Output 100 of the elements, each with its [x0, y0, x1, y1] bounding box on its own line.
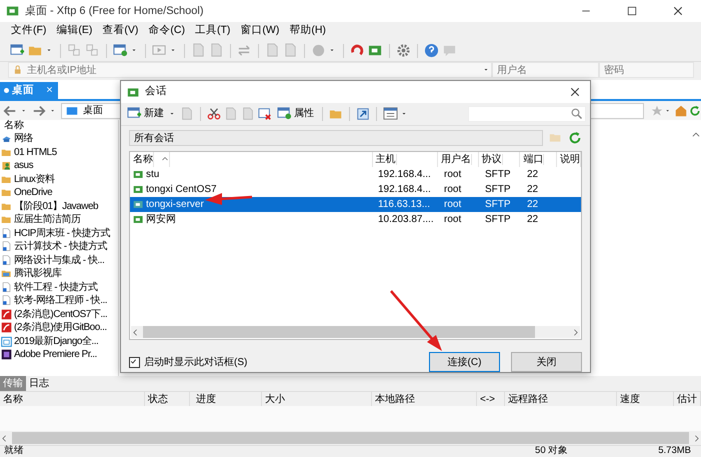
menu-item[interactable]: 命令(C) — [143, 23, 190, 39]
file-item[interactable]: 应届生简洁简历 — [0, 213, 118, 226]
file-item[interactable]: 云计算技术 - 快捷方式 — [0, 240, 118, 254]
cut-icon[interactable] — [207, 106, 221, 121]
file-item[interactable]: 2019最新Django全... — [0, 334, 118, 348]
checkbox[interactable] — [129, 356, 140, 368]
copy-icon[interactable] — [283, 43, 298, 58]
close-button[interactable]: 关闭 — [511, 352, 582, 372]
new-button[interactable]: 新建 — [125, 104, 166, 123]
file-item[interactable]: HCIP周末班 - 快捷方式 — [0, 226, 118, 240]
session-row[interactable]: 网安网 10.203.87.... root SFTP 22 — [130, 212, 581, 227]
column-header[interactable]: 名称 — [0, 120, 118, 132]
session-row[interactable]: tongxi CentOS7 192.168.4... root SFTP 22 — [130, 182, 581, 197]
shortcut-icon — [1, 282, 12, 293]
file-item[interactable]: Adobe Premiere Pr... — [0, 348, 118, 362]
shortcut-icon — [1, 295, 12, 306]
password-field[interactable]: 密码 — [599, 62, 694, 78]
file-item[interactable]: asus — [0, 159, 118, 172]
total-size: 5.73MB — [658, 444, 691, 457]
user-folder-icon — [1, 160, 12, 172]
menu-item[interactable]: 查看(V) — [97, 23, 144, 39]
tab[interactable]: 传输 — [0, 376, 26, 391]
settings-icon[interactable] — [396, 43, 411, 58]
document-icon[interactable] — [191, 43, 206, 58]
connect-button[interactable]: 连接(C) — [429, 352, 500, 372]
desktop-icon — [65, 104, 79, 116]
column-header[interactable]: 名称 — [130, 152, 373, 167]
window-gear-icon[interactable] — [113, 43, 128, 58]
column-header[interactable]: 端口 — [520, 152, 557, 167]
properties-button[interactable]: 属性 — [275, 104, 316, 123]
circle-icon[interactable] — [311, 43, 326, 58]
swirl-icon[interactable] — [350, 43, 365, 58]
file-item[interactable]: OneDrive — [0, 186, 118, 200]
home-folder-icon[interactable] — [674, 104, 686, 116]
file-item[interactable]: 腾讯影视库 — [0, 267, 118, 280]
column-header[interactable]: 用户名 — [438, 152, 479, 167]
app-icon — [1, 349, 12, 360]
file-item[interactable]: (2条消息)CentOS7下... — [0, 308, 118, 321]
session-icon[interactable] — [368, 43, 383, 58]
back-icon[interactable] — [3, 104, 17, 118]
shortcut-icon — [1, 254, 12, 266]
session-icon — [133, 184, 144, 195]
media-folder-icon — [1, 268, 12, 280]
dot-icon — [4, 88, 9, 93]
menu-item[interactable]: 工具(T) — [190, 23, 236, 39]
view-icon[interactable] — [383, 106, 398, 122]
delete-icon[interactable] — [258, 106, 272, 121]
checkbox-label[interactable]: 启动时显示此对话框(S) — [144, 354, 248, 370]
scrollbar-thumb[interactable] — [12, 432, 689, 444]
folder-icon — [1, 214, 12, 226]
refresh-icon[interactable] — [689, 104, 701, 116]
breadcrumb-field[interactable]: 所有会话 — [129, 130, 543, 146]
link-icon[interactable] — [85, 43, 100, 58]
column-header[interactable]: 协议 — [478, 152, 520, 167]
file-item[interactable]: 软件工程 - 快捷方式 — [0, 280, 118, 294]
search-icon[interactable] — [571, 108, 583, 120]
search-field[interactable] — [468, 106, 586, 122]
dialog-title: 会话 — [145, 84, 167, 100]
file-item[interactable]: 软考-网络工程师 - 快... — [0, 294, 118, 308]
column-header[interactable]: 主机 — [372, 152, 438, 167]
column-header[interactable]: 说明 — [556, 152, 581, 167]
window-title: 桌面 - Xftp 6 (Free for Home/School) — [25, 4, 204, 19]
swap-arrows-icon[interactable] — [237, 43, 252, 58]
session-icon — [133, 214, 144, 225]
tab[interactable]: 桌面 — [0, 82, 58, 99]
window-gear-icon — [277, 106, 292, 122]
annotation-arrow — [390, 290, 442, 351]
document-icon[interactable] — [209, 43, 224, 58]
tab[interactable]: 日志 — [26, 376, 52, 391]
shortcut-icon — [1, 241, 12, 252]
scrollbar-thumb[interactable] — [143, 326, 535, 338]
refresh-icon[interactable] — [568, 130, 582, 145]
file-item[interactable]: 网络设计与集成 - 快... — [0, 254, 118, 267]
close-icon — [672, 5, 684, 17]
host-field-frame[interactable]: 主机名或IP地址 — [8, 62, 492, 78]
link-icon[interactable] — [67, 43, 82, 58]
calendar-icon — [1, 336, 12, 347]
web-page-icon — [1, 322, 12, 334]
session-row[interactable]: tongxi-server 116.63.13... root SFTP 22 — [130, 196, 581, 212]
file-item[interactable]: 01 HTML5 — [0, 146, 118, 159]
tab-close-icon[interactable] — [45, 85, 54, 94]
session-icon — [127, 86, 140, 98]
lock-icon — [13, 65, 23, 75]
session-row[interactable]: stu 192.168.4... root SFTP 22 — [130, 166, 581, 182]
menu-item[interactable]: 编辑(E) — [51, 23, 98, 39]
file-item[interactable]: Linux资料 — [0, 172, 118, 186]
shortcut-icon[interactable] — [356, 106, 370, 121]
help-icon[interactable] — [424, 43, 439, 58]
copy-icon[interactable] — [265, 43, 280, 58]
app-logo-icon — [6, 4, 20, 18]
file-item[interactable]: 网络 — [0, 132, 118, 146]
file-item[interactable]: (2条消息)使用GitBoo... — [0, 321, 118, 334]
star-icon[interactable] — [650, 104, 662, 116]
username-field[interactable]: 用户名 — [492, 62, 599, 78]
forward-icon[interactable] — [32, 104, 46, 118]
menu-item[interactable]: 帮助(H) — [284, 23, 331, 39]
menu-item[interactable]: 窗口(W) — [235, 23, 284, 39]
menu-item[interactable]: 文件(F) — [6, 23, 52, 39]
file-item[interactable]: 【阶段01】Javaweb — [0, 200, 118, 213]
save-icon[interactable] — [180, 106, 194, 121]
